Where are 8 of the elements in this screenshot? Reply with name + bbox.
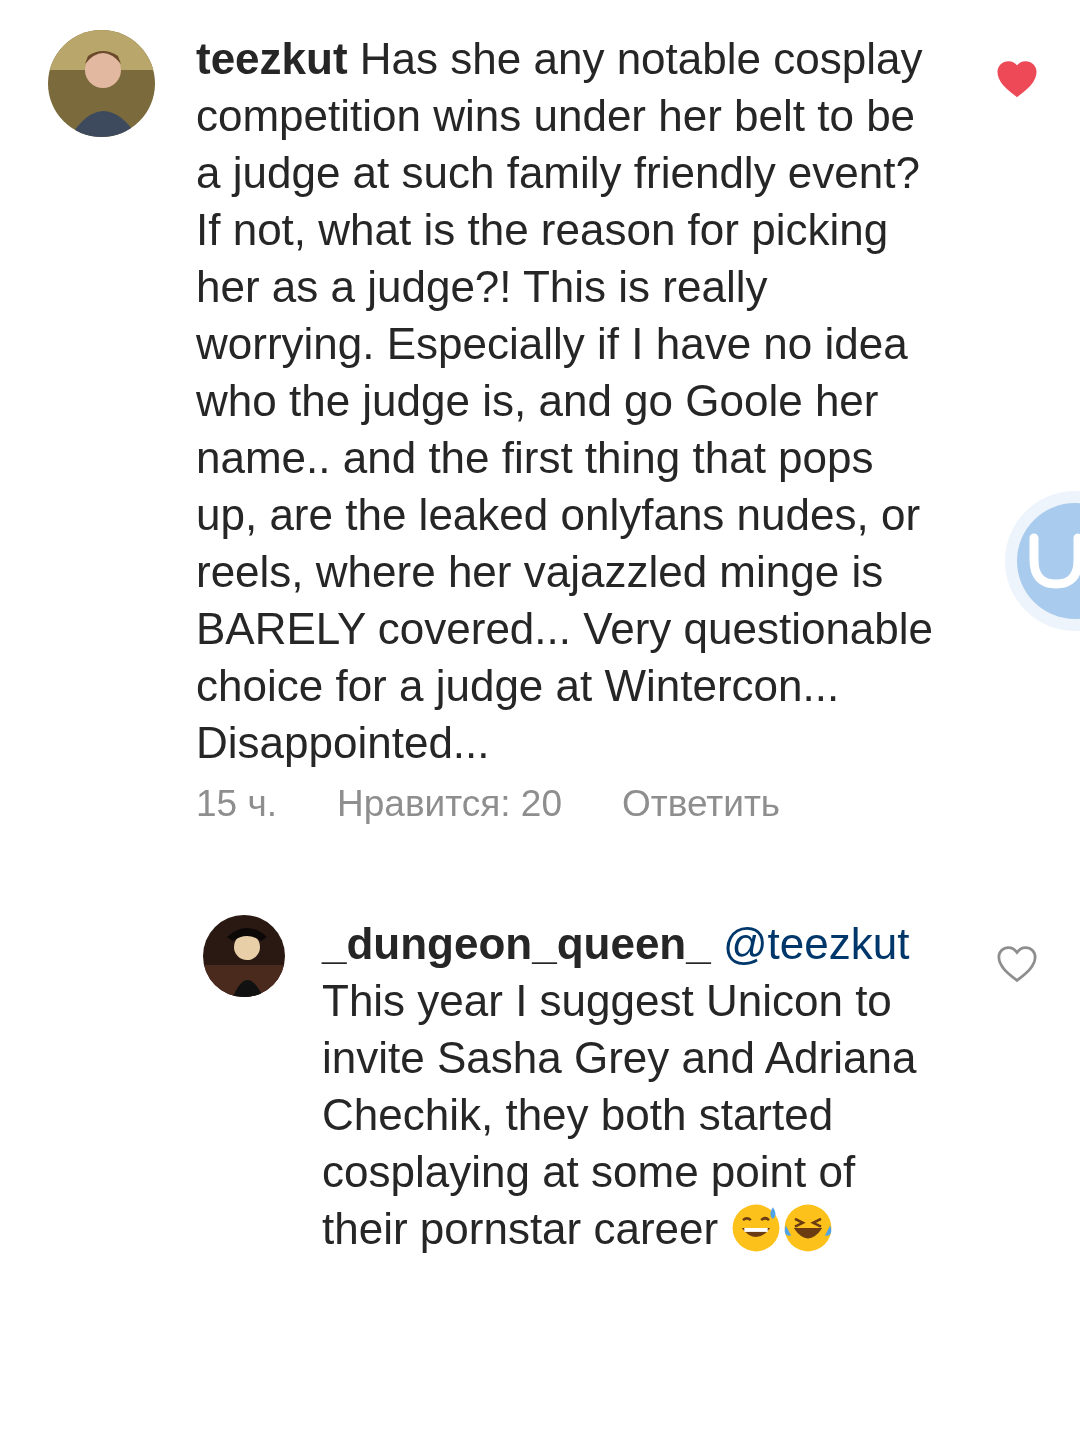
comment-text: teezkut Has she any notable cosplay competition wins under her belt to be a judge at such family friendly event? If not, what is the reason for picking her as a judge?! This is really worrying. Especially if I have no idea who the judge is, and go Goole her name.. and the first thing that pops up, are the leaked onlyfans nudes, or reels, where her vajazzled minge is BARELY covered... Very questionable choice for a judge at Wintercon... Disappointed...: [196, 33, 935, 769]
likes-count[interactable]: Нравится: 20: [337, 783, 562, 825]
comment-text: _dungeon_queen_ @teezkut This year I suggest Unicon to invite Sasha Grey and Adriana Chechik, they both started cosplaying at some point of their pornstar career: [322, 918, 918, 1256]
heart-icon[interactable]: [996, 945, 1038, 983]
reply-link[interactable]: Ответить: [622, 783, 781, 825]
comment-time: 15 ч.: [196, 783, 277, 825]
heart-icon[interactable]: [996, 60, 1038, 98]
mention-link[interactable]: @teezkut: [722, 919, 910, 968]
